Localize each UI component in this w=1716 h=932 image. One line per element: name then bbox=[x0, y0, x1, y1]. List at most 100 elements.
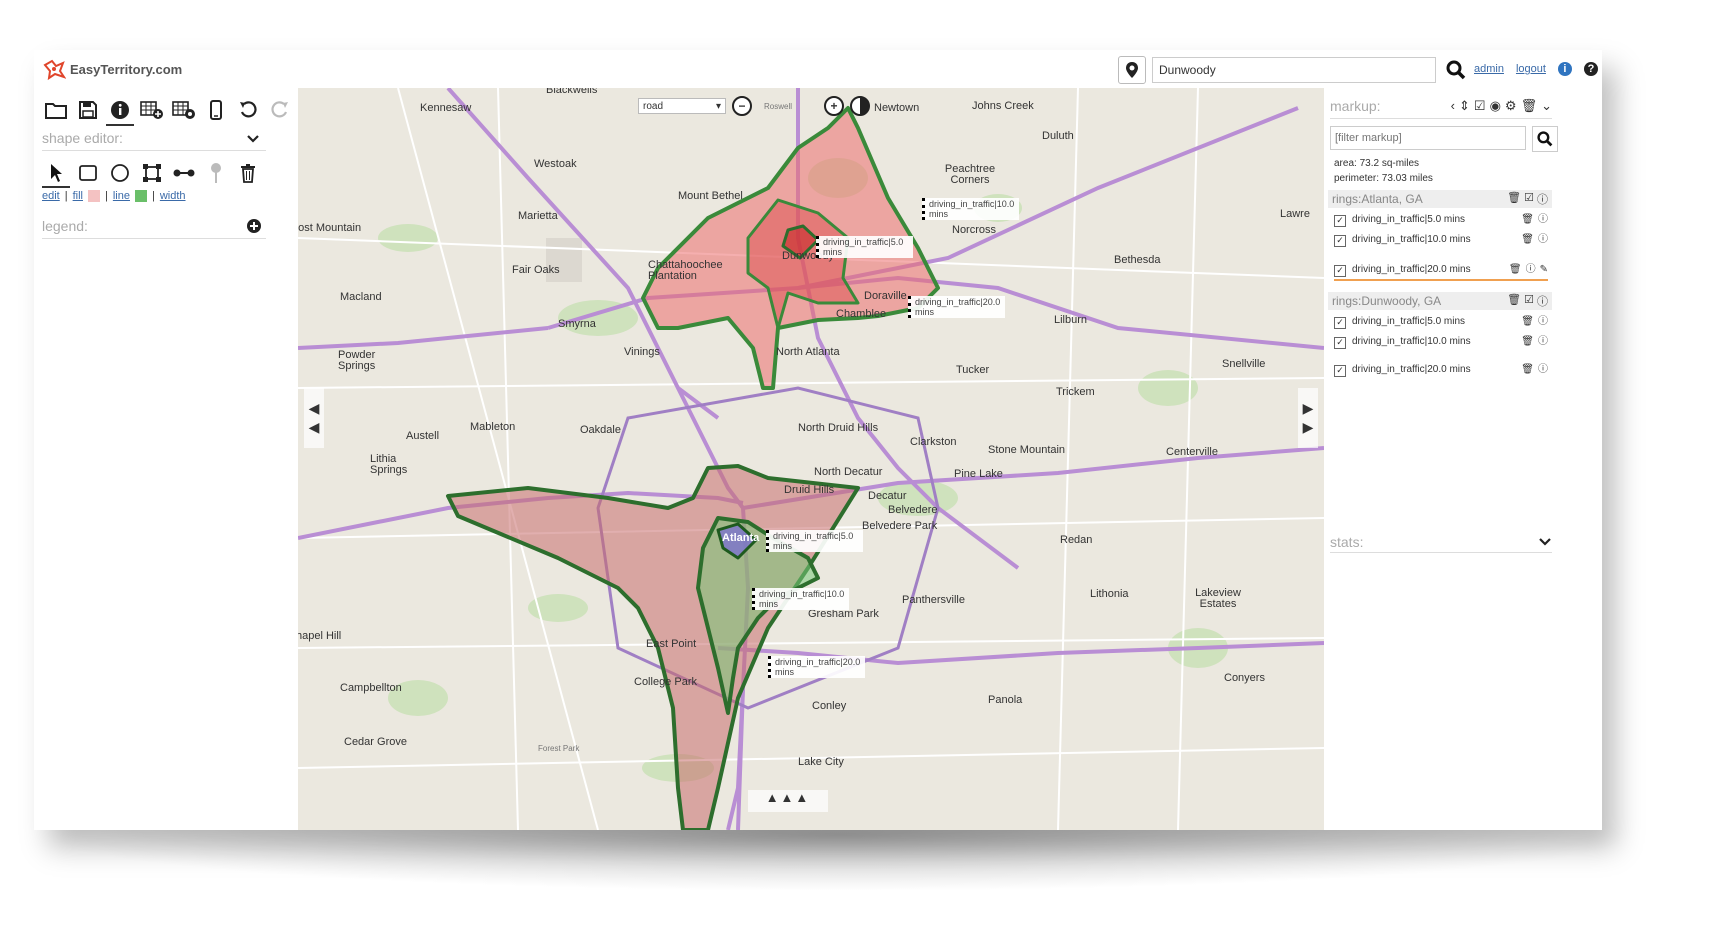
select-tool[interactable] bbox=[42, 160, 70, 188]
visibility-checkbox[interactable]: ✓ bbox=[1334, 317, 1346, 329]
separator: | bbox=[64, 190, 68, 202]
line-tool[interactable] bbox=[170, 160, 198, 186]
map-label: Conyers bbox=[1224, 672, 1265, 684]
visibility-checkbox[interactable]: ✓ bbox=[1334, 365, 1346, 377]
ring-callout[interactable]: driving_in_traffic|5.0 mins bbox=[766, 530, 863, 552]
logo-icon bbox=[43, 59, 66, 81]
chevron-left-icon[interactable]: ‹ bbox=[1451, 98, 1455, 114]
markup-group-atlanta[interactable]: rings:Atlanta, GA 🗑 ☑ ⓘ bbox=[1328, 190, 1552, 208]
check-icon[interactable]: ☑ bbox=[1524, 293, 1534, 309]
location-pin-button[interactable] bbox=[1118, 56, 1146, 84]
ring-callout[interactable]: driving_in_traffic|5.0 mins bbox=[816, 236, 913, 258]
info-icon[interactable]: ⓘ bbox=[1538, 316, 1548, 328]
filter-markup-input[interactable] bbox=[1330, 126, 1526, 150]
info-button[interactable] bbox=[106, 96, 134, 126]
collapse-left-panel-arrow[interactable]: ◀ ◀ bbox=[304, 388, 324, 448]
edit-icon[interactable]: ✎ bbox=[1540, 264, 1548, 276]
add-table-button[interactable] bbox=[138, 96, 166, 124]
trash-icon[interactable]: 🗑 bbox=[1521, 316, 1534, 328]
check-all-icon[interactable]: ☑ bbox=[1474, 98, 1486, 114]
help-icon[interactable]: ? bbox=[1583, 62, 1598, 76]
folder-icon bbox=[45, 103, 67, 119]
info-icon[interactable]: ⓘ bbox=[1537, 293, 1548, 309]
stats-header[interactable]: stats: bbox=[1330, 532, 1552, 553]
markup-item-label: driving_in_traffic|10.0 mins bbox=[1352, 234, 1471, 245]
filter-search-button[interactable] bbox=[1532, 126, 1558, 152]
chevron-down-icon[interactable]: ⌄ bbox=[1541, 98, 1552, 114]
map-label: Macland bbox=[340, 291, 382, 303]
rectangle-tool[interactable] bbox=[74, 160, 102, 186]
open-folder-button[interactable] bbox=[42, 96, 70, 124]
table-settings-button[interactable] bbox=[170, 96, 198, 124]
gears-icon[interactable]: ⚙ bbox=[1505, 98, 1517, 114]
fill-color-swatch[interactable] bbox=[88, 190, 100, 202]
info-icon[interactable]: ⓘ bbox=[1538, 364, 1548, 376]
markup-item[interactable]: ✓ driving_in_traffic|20.0 mins 🗑 ⓘ bbox=[1334, 364, 1548, 377]
markup-item[interactable]: ✓ driving_in_traffic|10.0 mins 🗑 ⓘ bbox=[1334, 234, 1548, 247]
map-label: Belvedere Park bbox=[862, 520, 938, 532]
expand-bottom-panel-arrows[interactable]: ▲▲▲ bbox=[748, 790, 828, 812]
zoom-out-button[interactable]: − bbox=[732, 96, 752, 116]
logout-link[interactable]: logout bbox=[1516, 63, 1546, 75]
map-label: Atlanta bbox=[722, 532, 760, 544]
markup-item[interactable]: ✓ driving_in_traffic|5.0 mins 🗑 ⓘ bbox=[1334, 214, 1548, 227]
markup-item[interactable]: ✓ driving_in_traffic|10.0 mins 🗑 ⓘ bbox=[1334, 336, 1548, 349]
check-icon[interactable]: ☑ bbox=[1524, 191, 1534, 207]
info-icon[interactable]: i bbox=[1557, 62, 1572, 76]
info-icon[interactable]: ⓘ bbox=[1526, 264, 1536, 276]
undo-button[interactable] bbox=[234, 96, 262, 124]
trash-icon[interactable]: 🗑 bbox=[1507, 293, 1521, 309]
visibility-checkbox[interactable]: ✓ bbox=[1334, 265, 1346, 277]
info-icon[interactable]: ⓘ bbox=[1538, 234, 1548, 246]
markup-item-selected[interactable]: ✓ driving_in_traffic|20.0 mins 🗑 ⓘ ✎ bbox=[1334, 264, 1548, 281]
edit-style-link[interactable]: edit bbox=[42, 190, 60, 202]
chevron-down-icon[interactable] bbox=[1538, 537, 1552, 547]
zoom-in-button[interactable]: + bbox=[824, 96, 844, 116]
markup-item[interactable]: ✓ driving_in_traffic|5.0 mins 🗑 ⓘ bbox=[1334, 316, 1548, 329]
redo-button[interactable] bbox=[266, 96, 294, 124]
map-label: Trickem bbox=[1056, 386, 1095, 398]
ring-callout[interactable]: driving_in_traffic|10.0 mins bbox=[752, 588, 849, 610]
map-type-select[interactable]: road ▾ bbox=[638, 98, 726, 114]
marker-tool[interactable] bbox=[202, 160, 230, 186]
polygon-tool[interactable] bbox=[138, 160, 166, 186]
visibility-checkbox[interactable]: ✓ bbox=[1334, 215, 1346, 227]
info-icon[interactable]: ⓘ bbox=[1538, 336, 1548, 348]
ring-callout[interactable]: driving_in_traffic|20.0 mins bbox=[908, 296, 1005, 318]
trash-icon[interactable]: 🗑 bbox=[1521, 336, 1534, 348]
search-button[interactable] bbox=[1442, 57, 1470, 83]
delete-shape-button[interactable] bbox=[234, 160, 262, 186]
ring-callout[interactable]: driving_in_traffic|20.0 mins bbox=[768, 656, 865, 678]
fill-link[interactable]: fill bbox=[73, 190, 83, 202]
trash-icon[interactable]: 🗑 bbox=[1521, 214, 1534, 226]
map-canvas[interactable]: Kennesaw Blackwells Westoak Marietta Mou… bbox=[298, 88, 1324, 830]
admin-link[interactable]: admin bbox=[1474, 63, 1504, 75]
circle-tool[interactable] bbox=[106, 160, 134, 186]
line-color-swatch[interactable] bbox=[134, 190, 147, 202]
ring-callout[interactable]: driving_in_traffic|10.0 mins bbox=[922, 198, 1019, 220]
info-icon[interactable]: ⓘ bbox=[1538, 214, 1548, 226]
markup-group-dunwoody[interactable]: rings:Dunwoody, GA 🗑 ☑ ⓘ bbox=[1328, 292, 1552, 310]
trash-icon[interactable]: 🗑 bbox=[1521, 98, 1538, 114]
map-label: Marietta bbox=[518, 210, 558, 222]
trash-icon[interactable]: 🗑 bbox=[1521, 364, 1534, 376]
chevron-down-icon[interactable] bbox=[246, 134, 260, 144]
save-button[interactable] bbox=[74, 96, 102, 124]
contrast-toggle-icon[interactable] bbox=[850, 96, 870, 116]
trash-icon[interactable]: 🗑 bbox=[1521, 234, 1534, 246]
add-legend-icon[interactable] bbox=[246, 218, 262, 234]
location-search-input[interactable] bbox=[1152, 57, 1436, 83]
width-link[interactable]: width bbox=[160, 190, 186, 202]
visibility-checkbox[interactable]: ✓ bbox=[1334, 235, 1346, 247]
map-label: Mableton bbox=[470, 421, 516, 433]
logo[interactable]: EasyTerritory.com bbox=[42, 56, 182, 82]
trash-icon[interactable]: 🗑 bbox=[1509, 264, 1522, 276]
eye-icon[interactable]: ◉ bbox=[1490, 98, 1501, 114]
collapse-right-panel-arrow[interactable]: ▶ ▶ bbox=[1298, 388, 1318, 448]
info-icon[interactable]: ⓘ bbox=[1537, 191, 1548, 207]
mobile-button[interactable] bbox=[202, 96, 230, 124]
line-link[interactable]: line bbox=[113, 190, 130, 202]
trash-icon[interactable]: 🗑 bbox=[1507, 191, 1521, 207]
visibility-checkbox[interactable]: ✓ bbox=[1334, 337, 1346, 349]
sort-icon[interactable]: ⇕ bbox=[1459, 98, 1470, 114]
